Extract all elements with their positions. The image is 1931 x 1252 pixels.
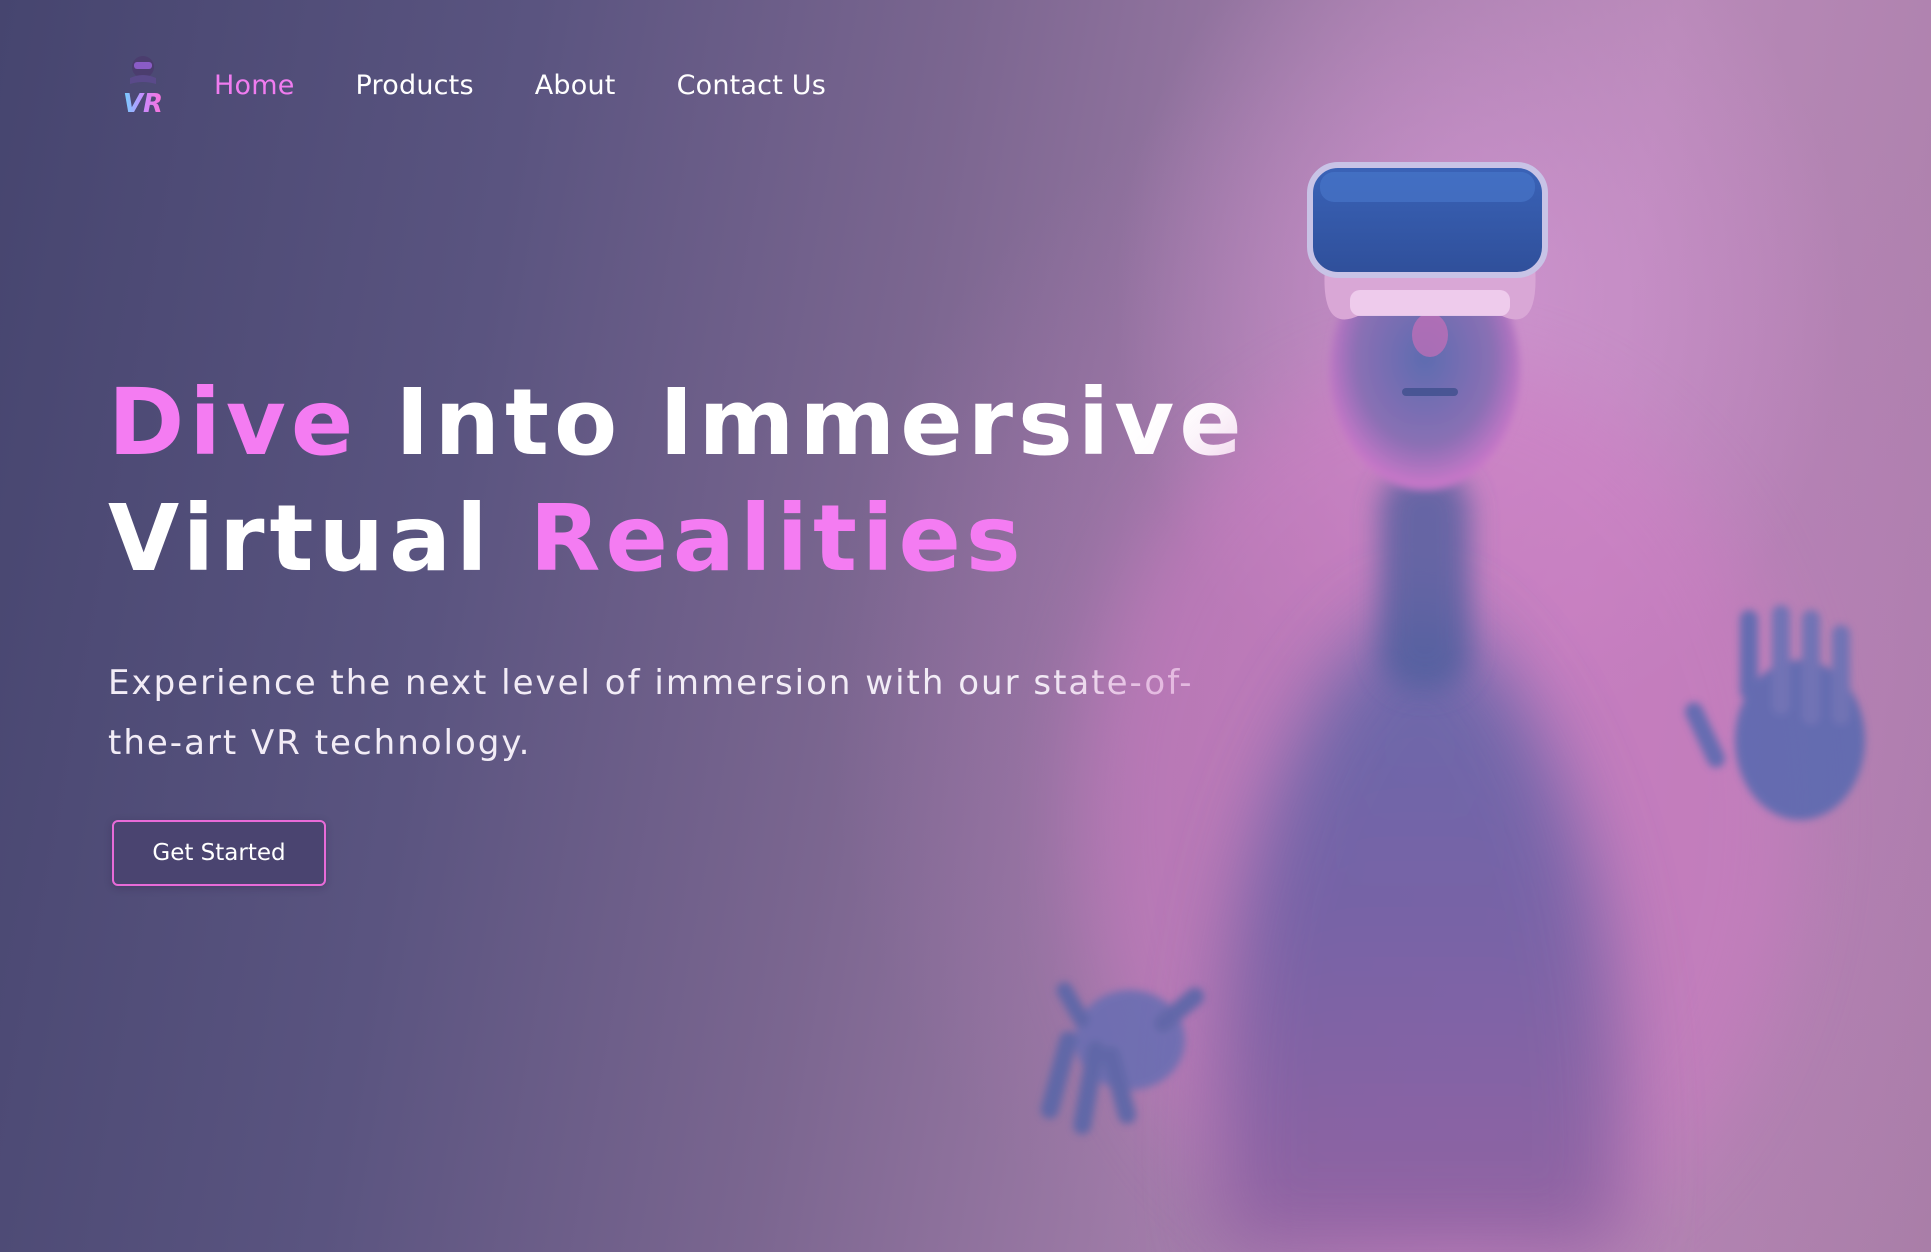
nav-link-home[interactable]: Home (214, 70, 295, 101)
vr-headset-logo-icon[interactable]: VR (110, 52, 176, 119)
hero-title-accent-dive: Dive (108, 369, 359, 476)
get-started-button[interactable]: Get Started (112, 820, 326, 886)
svg-text:VR: VR (123, 89, 163, 118)
nav-link-about[interactable]: About (535, 70, 616, 101)
hero-title-line2: Virtual (108, 485, 530, 592)
top-navigation: VR Home Products About Contact Us (110, 52, 826, 119)
nav-link-products[interactable]: Products (356, 70, 474, 101)
hero-title-accent-realities: Realities (529, 485, 1026, 592)
nav-links: Home Products About Contact Us (214, 70, 826, 101)
nav-link-contact-us[interactable]: Contact Us (677, 70, 826, 101)
person-with-vr-headset-icon (1020, 140, 1920, 1252)
